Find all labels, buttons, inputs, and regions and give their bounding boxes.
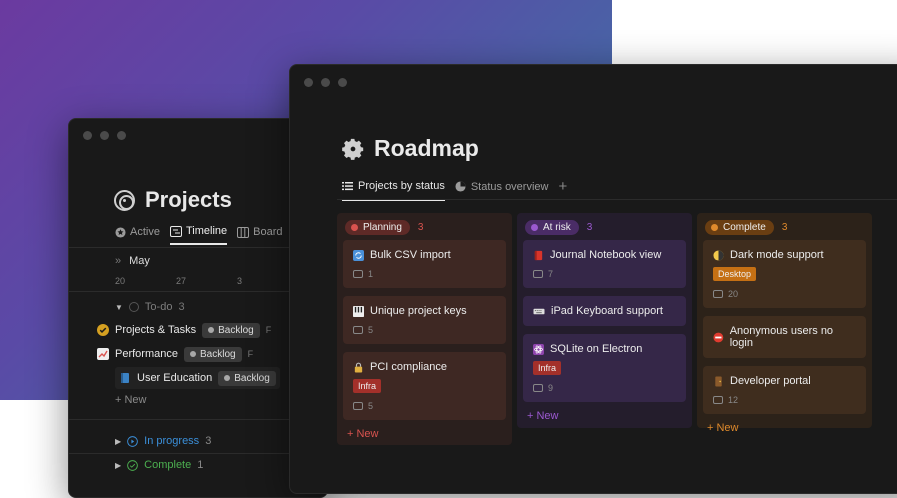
- double-chevron-icon[interactable]: »: [115, 255, 121, 267]
- pie-icon: [455, 181, 466, 192]
- close-dot[interactable]: [304, 78, 313, 87]
- list-item[interactable]: User Education Backlog: [115, 367, 280, 389]
- board-card[interactable]: Developer portal 12: [703, 366, 866, 414]
- board-icon: [237, 226, 250, 238]
- group-todo[interactable]: ▼ To-do 3: [115, 301, 185, 313]
- status-pill[interactable]: At risk: [525, 220, 579, 235]
- list-item[interactable]: Projects & Tasks Backlog F: [93, 319, 275, 341]
- new-card-button[interactable]: + New: [703, 422, 866, 434]
- timeline-month: » May: [115, 255, 150, 267]
- board-card[interactable]: PCI compliance Infra 5: [343, 352, 506, 420]
- close-dot[interactable]: [83, 131, 92, 140]
- status-pill[interactable]: Complete: [705, 220, 774, 235]
- lock-icon: [354, 362, 363, 373]
- notebook-icon: [534, 250, 543, 260]
- status-dot: [531, 224, 538, 231]
- tag-badge: Desktop: [713, 267, 757, 281]
- timeline-icon: [169, 225, 182, 237]
- board-card[interactable]: Dark mode support Desktop 20: [703, 240, 866, 308]
- new-card-button[interactable]: + New: [523, 410, 686, 422]
- board-card[interactable]: Journal Notebook view 7: [523, 240, 686, 288]
- list-icon: [342, 181, 353, 190]
- play-circle-icon: [127, 435, 138, 447]
- star-icon: [115, 226, 126, 238]
- board-card[interactable]: SQLite on Electron Infra 9: [523, 334, 686, 402]
- book-icon: [121, 373, 129, 383]
- page-title: Roadmap: [340, 135, 479, 162]
- gear-icon: [342, 138, 364, 160]
- check-circle-icon: [127, 459, 138, 471]
- tab-status-overview[interactable]: Status overview: [455, 181, 548, 200]
- comment-icon: [353, 402, 363, 410]
- moon-icon: [713, 249, 724, 261]
- divider: [337, 199, 897, 200]
- comment-icon: [353, 270, 363, 278]
- status-dot: [351, 224, 358, 231]
- column-header: At risk 3: [523, 220, 686, 235]
- triangle-right-icon: ▶: [115, 436, 122, 446]
- tag-badge: Infra: [533, 361, 562, 375]
- comment-icon: [353, 326, 363, 334]
- column-count: 3: [781, 222, 788, 233]
- page-title: Projects: [114, 187, 232, 213]
- group-complete[interactable]: ▶ Complete 1: [115, 459, 203, 471]
- triangle-down-icon: ▼: [115, 302, 123, 312]
- comment-icon: [713, 290, 723, 298]
- board-card[interactable]: iPad Keyboard support: [523, 296, 686, 326]
- tab-timeline[interactable]: Timeline: [169, 225, 228, 245]
- triangle-right-icon: ▶: [115, 460, 122, 470]
- chart-increasing-icon: [97, 348, 109, 360]
- tab-board[interactable]: Board: [237, 225, 283, 245]
- new-card-button[interactable]: + New: [343, 428, 506, 440]
- no-entry-icon: [713, 332, 724, 342]
- minimize-dot[interactable]: [321, 78, 330, 87]
- timeline-day: 27: [176, 276, 187, 286]
- checkmark-circle-icon: [97, 324, 109, 336]
- circle-icon: [128, 302, 139, 312]
- column-count: 3: [586, 222, 593, 233]
- board-card[interactable]: Anonymous users no login: [703, 316, 866, 358]
- tab-projects-by-status[interactable]: Projects by status: [342, 180, 445, 201]
- column-header: Planning 3: [343, 220, 506, 235]
- roadmap-window: Roadmap Projects by status Status overvi…: [289, 64, 897, 494]
- group-in-progress[interactable]: ▶ In progress 3: [115, 435, 211, 447]
- status-badge: Backlog: [202, 322, 260, 338]
- view-tabs: Active Timeline Board: [115, 225, 283, 245]
- comment-icon: [713, 396, 723, 404]
- window-controls: [83, 131, 126, 140]
- maximize-dot[interactable]: [117, 131, 126, 140]
- status-pill[interactable]: Planning: [345, 220, 410, 235]
- list-item[interactable]: Performance Backlog F: [93, 343, 257, 365]
- new-item-button[interactable]: + New: [115, 394, 147, 406]
- maximize-dot[interactable]: [338, 78, 347, 87]
- page-title-text: Roadmap: [374, 135, 479, 161]
- board-column-at-risk: At risk 3 Journal Notebook view 7 iPad K…: [517, 213, 692, 428]
- timeline-day: 20: [115, 276, 126, 286]
- board-column-complete: Complete 3 Dark mode support Desktop 20 …: [697, 213, 872, 434]
- comment-icon: [533, 384, 543, 392]
- column-header: Complete 3: [703, 220, 866, 235]
- piano-keys-icon: [353, 305, 364, 317]
- window-controls: [304, 78, 347, 87]
- board-column-planning: Planning 3 Bulk CSV import 1 Unique proj…: [337, 213, 512, 445]
- keyboard-icon: [533, 308, 545, 314]
- status-dot: [711, 224, 718, 231]
- door-icon: [715, 375, 722, 387]
- board-card[interactable]: Bulk CSV import 1: [343, 240, 506, 288]
- status-badge: Backlog: [183, 346, 242, 362]
- minimize-dot[interactable]: [100, 131, 109, 140]
- comment-icon: [533, 270, 543, 278]
- tab-active[interactable]: Active: [115, 225, 160, 245]
- tag-badge: Infra: [353, 379, 382, 393]
- page-title-text: Projects: [145, 187, 232, 212]
- target-icon: [114, 189, 135, 211]
- status-badge: Backlog: [218, 370, 276, 386]
- timeline-day: 3: [237, 276, 243, 286]
- atom-icon: [533, 343, 544, 355]
- column-count: 3: [417, 222, 424, 233]
- board-card[interactable]: Unique project keys 5: [343, 296, 506, 344]
- refresh-icon: [353, 249, 364, 261]
